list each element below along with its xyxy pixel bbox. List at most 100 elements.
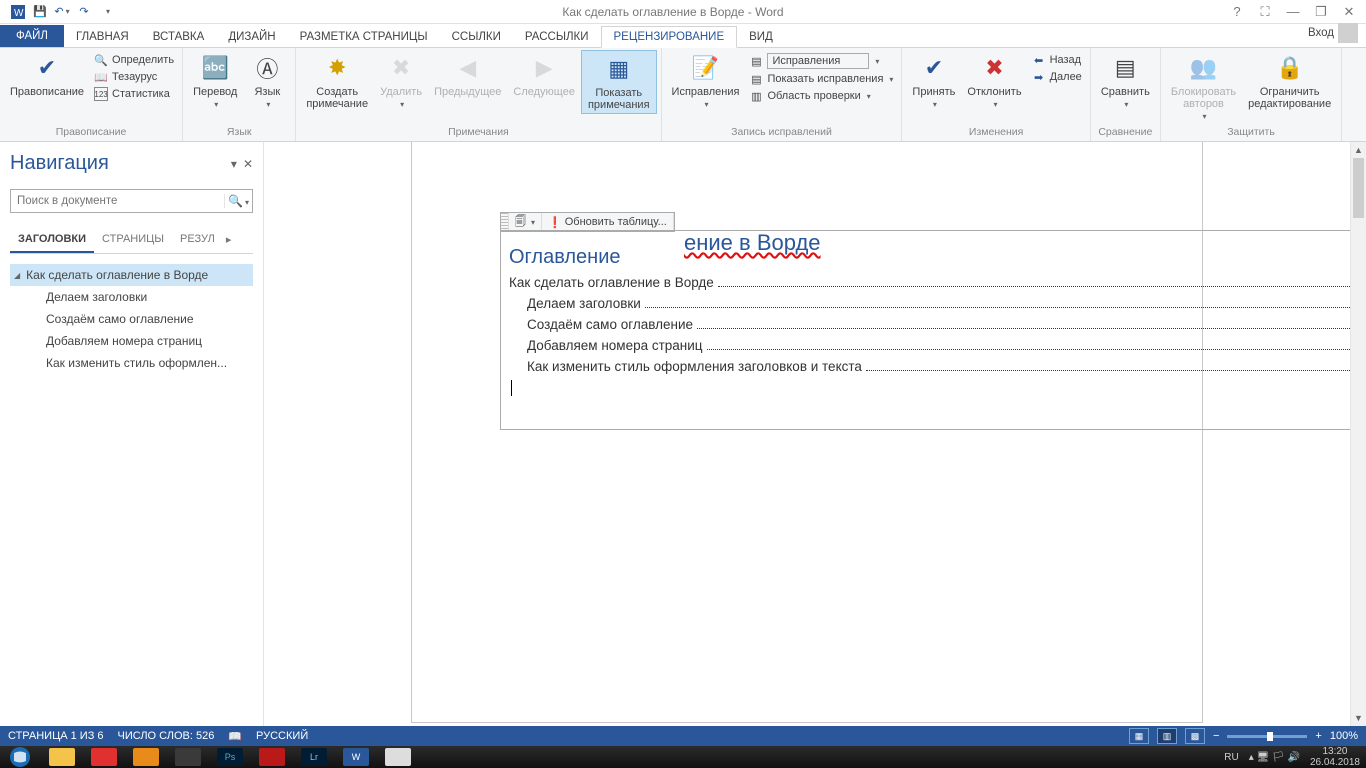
restrict-edit-button[interactable]: 🔒Ограничить редактирование: [1242, 50, 1337, 112]
tree-item[interactable]: Создаём само оглавление: [10, 308, 253, 330]
text-cursor: [511, 380, 512, 396]
tree-item[interactable]: Как изменить стиль оформлен...: [10, 352, 253, 374]
track-changes-button[interactable]: 📝Исправления▾: [666, 50, 746, 111]
tree-item[interactable]: Делаем заголовки: [10, 286, 253, 308]
nav-close-icon[interactable]: ✕: [243, 157, 253, 171]
taskbar-lightroom[interactable]: Lr: [294, 746, 334, 768]
back-button[interactable]: ⬅Назад: [1028, 52, 1086, 68]
tree-item[interactable]: Добавляем номера страниц: [10, 330, 253, 352]
toc-entry[interactable]: Делаем заголовки2: [509, 296, 1366, 311]
workspace: Навигация ▾ ✕ 🔍▾ ЗАГОЛОВКИ СТРАНИЦЫ РЕЗУЛ…: [0, 142, 1366, 726]
start-button[interactable]: [0, 746, 40, 768]
search-input[interactable]: [11, 195, 224, 207]
define-button[interactable]: 🔍Определить: [90, 52, 178, 68]
save-icon[interactable]: 💾: [30, 2, 50, 22]
toc-entry[interactable]: Как изменить стиль оформления заголовков…: [509, 359, 1366, 374]
scroll-thumb[interactable]: [1353, 158, 1364, 218]
taskbar-word[interactable]: W: [336, 746, 376, 768]
toc-entry[interactable]: Создаём само оглавление3: [509, 317, 1366, 332]
view-read-icon[interactable]: ▦: [1129, 728, 1149, 744]
toc-entry-text: Как изменить стиль оформления заголовков…: [527, 359, 862, 374]
taskbar-photoshop[interactable]: Ps: [210, 746, 250, 768]
zoom-slider[interactable]: [1227, 735, 1307, 738]
group-tracking: 📝Исправления▾ ▤Исправления▾ ▤Показать ис…: [662, 48, 903, 141]
help-icon[interactable]: ?: [1228, 4, 1246, 20]
toc-field[interactable]: 🗐▾ ❗Обновить таблицу... Оглавление Как с…: [500, 230, 1366, 430]
update-table-button[interactable]: ❗Обновить таблицу...: [542, 213, 674, 231]
taskbar-opera[interactable]: [84, 746, 124, 768]
search-box[interactable]: 🔍▾: [10, 189, 253, 213]
scroll-up-icon[interactable]: ▲: [1351, 142, 1366, 158]
login-link[interactable]: Вход: [1300, 19, 1366, 47]
ribbon-tabs: ФАЙЛ ГЛАВНАЯ ВСТАВКА ДИЗАЙН РАЗМЕТКА СТР…: [0, 24, 1366, 48]
compare-button[interactable]: ▤Сравнить▾: [1095, 50, 1156, 111]
status-language[interactable]: РУССКИЙ: [256, 730, 308, 742]
spelling-button[interactable]: ✔Правописание: [4, 50, 90, 100]
toc-entry[interactable]: Добавляем номера страниц4: [509, 338, 1366, 353]
tab-review[interactable]: РЕЦЕНЗИРОВАНИЕ: [601, 26, 738, 48]
taskbar-app2[interactable]: [378, 746, 418, 768]
drag-handle-icon[interactable]: [501, 213, 509, 231]
tab-home[interactable]: ГЛАВНАЯ: [64, 27, 141, 47]
avatar-icon: [1338, 23, 1358, 43]
tray-keyboard[interactable]: RU: [1224, 752, 1238, 763]
tab-layout[interactable]: РАЗМЕТКА СТРАНИЦЫ: [288, 27, 440, 47]
tracking-dropdown[interactable]: ▤Исправления▾: [745, 52, 897, 70]
tab-view[interactable]: ВИД: [737, 27, 785, 47]
taskbar-acrobat[interactable]: [252, 746, 292, 768]
tray-icons[interactable]: ▴ 🖥 🏳 🔊: [1249, 752, 1300, 763]
nav-dropdown-icon[interactable]: ▾: [231, 157, 237, 171]
minimize-icon[interactable]: —: [1284, 4, 1302, 20]
nav-title: Навигация: [10, 152, 109, 175]
show-markup-button[interactable]: ▤Показать исправления▾: [745, 71, 897, 87]
tree-root[interactable]: Как сделать оглавление в Ворде: [10, 264, 253, 286]
close-icon[interactable]: ✕: [1340, 4, 1358, 20]
zoom-out-icon[interactable]: −: [1213, 730, 1219, 742]
tab-design[interactable]: ДИЗАЙН: [216, 27, 287, 47]
tray-time[interactable]: 13:20: [1322, 746, 1347, 757]
maximize-icon[interactable]: ❐: [1312, 4, 1330, 20]
tab-references[interactable]: ССЫЛКИ: [440, 27, 513, 47]
review-pane-button[interactable]: ▥Область проверки▾: [745, 88, 897, 104]
view-print-icon[interactable]: ▥: [1157, 728, 1177, 744]
navtab-headings[interactable]: ЗАГОЛОВКИ: [10, 227, 94, 253]
thesaurus-button[interactable]: 📖Тезаурус: [90, 69, 178, 85]
vertical-scrollbar[interactable]: ▲ ▼: [1350, 142, 1366, 726]
accept-button[interactable]: ✔Принять▾: [906, 50, 961, 111]
show-comments-button[interactable]: ▦Показать примечания: [581, 50, 657, 114]
block-authors-button: 👥Блокировать авторов▾: [1165, 50, 1242, 123]
translate-button[interactable]: 🔤Перевод▾: [187, 50, 243, 111]
toc-menu-button[interactable]: 🗐▾: [509, 213, 542, 231]
status-page[interactable]: СТРАНИЦА 1 ИЗ 6: [8, 730, 104, 742]
tab-insert[interactable]: ВСТАВКА: [141, 27, 217, 47]
navtab-more-icon[interactable]: ▸: [223, 227, 235, 253]
scroll-down-icon[interactable]: ▼: [1351, 710, 1366, 726]
new-comment-button[interactable]: ✸Создать примечание: [300, 50, 374, 112]
view-web-icon[interactable]: ▩: [1185, 728, 1205, 744]
zoom-in-icon[interactable]: +: [1315, 730, 1321, 742]
stats-button[interactable]: 123Статистика: [90, 86, 178, 102]
language-button[interactable]: ⒶЯзык▾: [243, 50, 291, 111]
toc-leader: [697, 317, 1366, 329]
taskbar-explorer[interactable]: [42, 746, 82, 768]
ribbon-options-icon[interactable]: ⛶: [1256, 4, 1274, 20]
tray-date[interactable]: 26.04.2018: [1310, 757, 1360, 768]
forward-button[interactable]: ➡Далее: [1028, 69, 1086, 85]
reject-button[interactable]: ✖Отклонить▾: [961, 50, 1027, 111]
taskbar-app1[interactable]: [168, 746, 208, 768]
navtab-pages[interactable]: СТРАНИЦЫ: [94, 227, 172, 253]
tab-mailings[interactable]: РАССЫЛКИ: [513, 27, 601, 47]
taskbar-media[interactable]: [126, 746, 166, 768]
navtab-results[interactable]: РЕЗУЛ: [172, 227, 223, 253]
document-area[interactable]: ение в Ворде 🗐▾ ❗Обновить таблицу... Огл…: [264, 142, 1366, 726]
qat-dropdown-icon[interactable]: ▾: [98, 2, 118, 22]
status-words[interactable]: ЧИСЛО СЛОВ: 526: [118, 730, 215, 742]
undo-icon[interactable]: ↶▾: [52, 2, 72, 22]
group-comments: ✸Создать примечание ✖Удалить▾ ◀Предыдуще…: [296, 48, 661, 141]
proofing-icon[interactable]: 📖: [228, 730, 242, 743]
zoom-level[interactable]: 100%: [1330, 730, 1358, 742]
redo-icon[interactable]: ↷: [74, 2, 94, 22]
toc-entry[interactable]: Как сделать оглавление в Ворде1: [509, 275, 1366, 290]
tab-file[interactable]: ФАЙЛ: [0, 25, 64, 47]
search-icon[interactable]: 🔍▾: [224, 194, 252, 208]
